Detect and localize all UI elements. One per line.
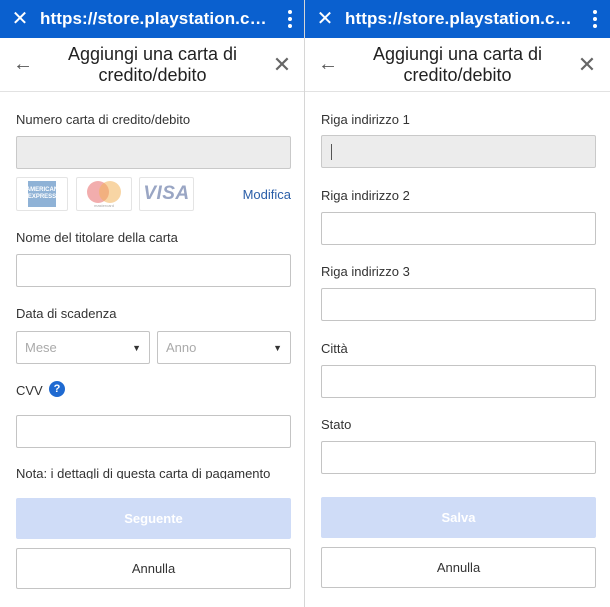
caret-down-icon: ▼ — [273, 342, 282, 353]
expiry-label: Data di scadenza — [16, 306, 117, 321]
dialog-header: ← Aggiungi una carta di credito/debito ✕ — [305, 38, 610, 92]
mastercard-logo: mastercard — [76, 177, 132, 211]
expiry-month-select[interactable]: Mese ▼ — [16, 331, 150, 364]
dialog-header: ← Aggiungi una carta di credito/debito ✕ — [0, 38, 305, 92]
city-label: Città — [321, 341, 348, 356]
browser-toolbar: ✕ https://store.playstation.com/it-it/ho… — [0, 0, 305, 38]
close-icon[interactable]: ✕ — [564, 52, 610, 78]
state-input[interactable] — [321, 441, 596, 474]
address1-label: Riga indirizzo 1 — [321, 112, 410, 127]
more-vert-icon[interactable] — [580, 10, 610, 28]
close-tab-icon[interactable]: ✕ — [305, 0, 345, 38]
month-placeholder: Mese — [25, 340, 57, 355]
back-arrow-icon[interactable]: ← — [305, 53, 351, 76]
visa-logo: VISA — [139, 177, 194, 211]
cvv-label: CVV — [16, 383, 43, 398]
address2-input[interactable] — [321, 212, 596, 245]
cvv-input[interactable] — [16, 415, 291, 448]
amex-logo: AMERICAN EXPRESS — [16, 177, 68, 211]
next-button[interactable]: Seguente — [16, 498, 291, 539]
caret-down-icon: ▼ — [132, 342, 141, 353]
card-note: Nota: i dettagli di questa carta di paga… — [16, 466, 271, 479]
address-panel: ✕ https://store.playstation.com/it-it/ho… — [305, 0, 610, 607]
dialog-title-line1: Aggiungi una carta di — [372, 43, 543, 64]
dialog-title-line2: credito/debito — [403, 64, 512, 85]
holder-name-input[interactable] — [16, 254, 291, 287]
close-tab-icon[interactable]: ✕ — [0, 0, 40, 38]
city-input[interactable] — [321, 365, 596, 398]
address3-input[interactable] — [321, 288, 596, 321]
cancel-button[interactable]: Annulla — [16, 548, 291, 589]
more-vert-icon[interactable] — [275, 10, 305, 28]
year-placeholder: Anno — [166, 340, 197, 355]
card-details-panel: ✕ https://store.playstation.com/it-it/ho… — [0, 0, 305, 607]
state-label: Stato — [321, 417, 352, 432]
address2-label: Riga indirizzo 2 — [321, 188, 410, 203]
card-number-input[interactable] — [16, 136, 291, 169]
help-icon[interactable]: ? — [49, 381, 65, 397]
cancel-button[interactable]: Annulla — [321, 547, 596, 588]
dialog-title: Aggiungi una carta di credito/debito — [351, 44, 564, 86]
dialog-title-line2: credito/debito — [98, 64, 207, 85]
modify-link[interactable]: Modifica — [243, 187, 291, 202]
text-cursor — [331, 144, 332, 160]
back-arrow-icon[interactable]: ← — [0, 53, 46, 76]
url-bar[interactable]: https://store.playstation.com/it-it/home — [40, 9, 275, 29]
save-button[interactable]: Salva — [321, 497, 596, 538]
holder-name-label: Nome del titolare della carta — [16, 230, 178, 245]
card-number-label: Numero carta di credito/debito — [16, 112, 191, 127]
dialog-title: Aggiungi una carta di credito/debito — [46, 44, 259, 86]
address3-label: Riga indirizzo 3 — [321, 264, 410, 279]
browser-toolbar: ✕ https://store.playstation.com/it-it/ho… — [305, 0, 610, 38]
expiry-year-select[interactable]: Anno ▼ — [157, 331, 291, 364]
url-bar[interactable]: https://store.playstation.com/it-it/home — [345, 9, 580, 29]
address1-input[interactable] — [321, 135, 596, 168]
dialog-title-line1: Aggiungi una carta di — [67, 43, 238, 64]
close-icon[interactable]: ✕ — [259, 52, 305, 78]
